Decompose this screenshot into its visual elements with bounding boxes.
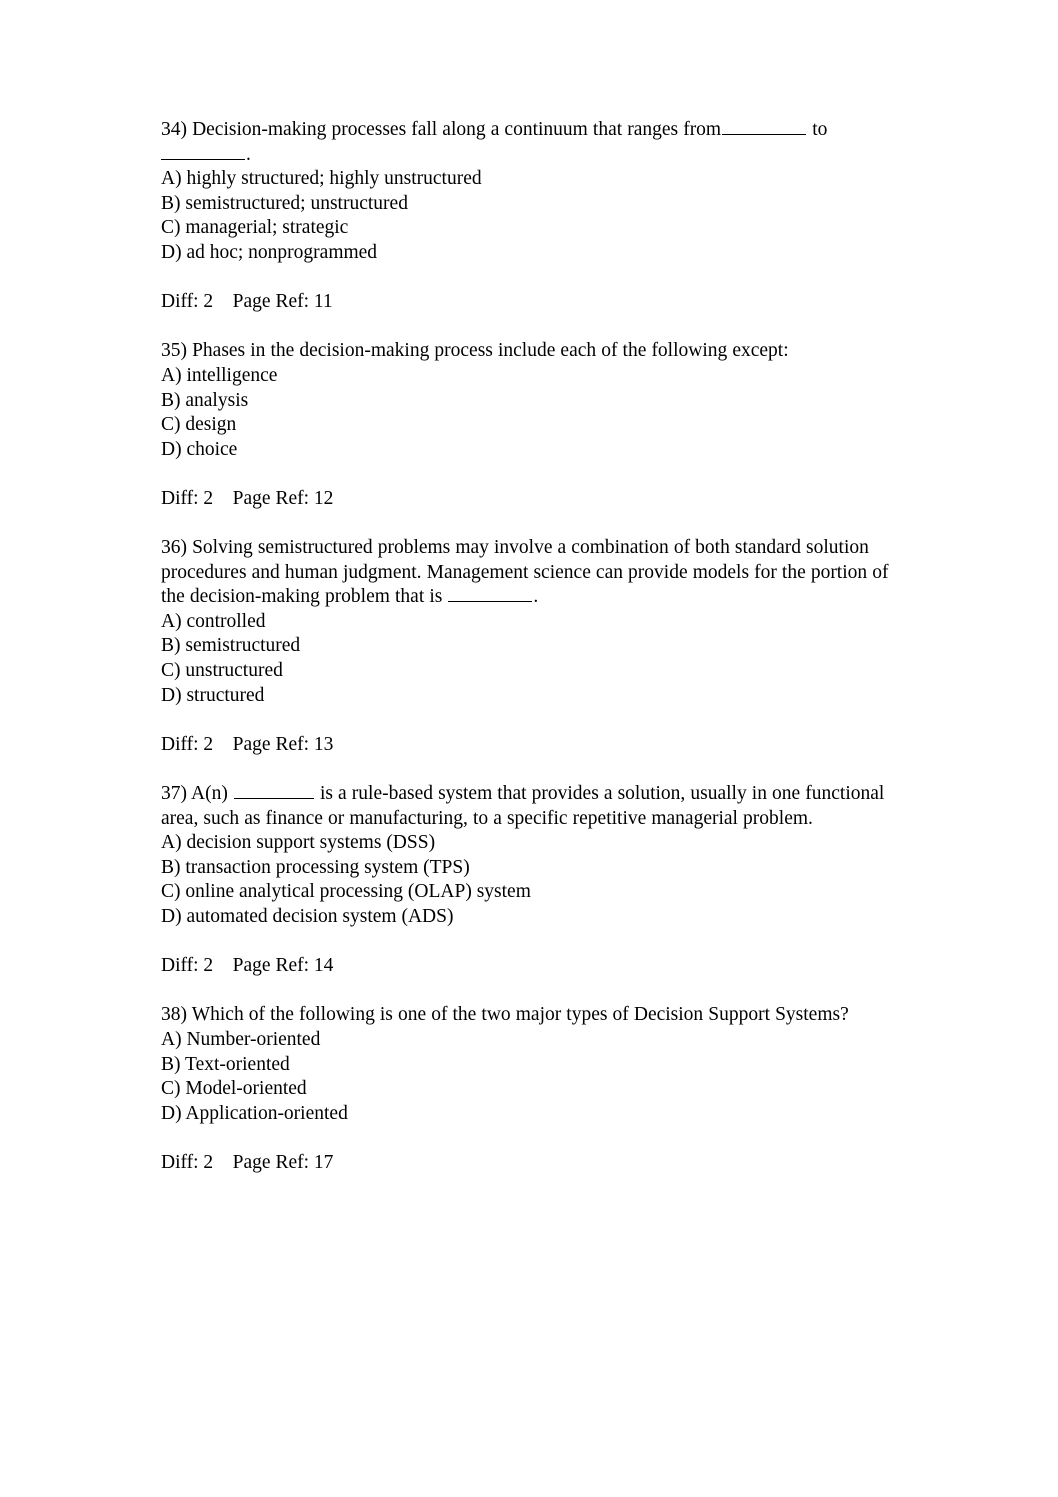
option-c[interactable]: C) unstructured (161, 659, 891, 684)
question-34-stem-text-3: . (246, 143, 251, 165)
question-38: 38) Which of the following is one of the… (161, 1003, 891, 1175)
question-35: 35) Phases in the decision-making proces… (161, 339, 891, 511)
option-d[interactable]: D) ad hoc; nonprogrammed (161, 241, 891, 266)
option-b[interactable]: B) semistructured (161, 634, 891, 659)
option-c[interactable]: C) online analytical processing (OLAP) s… (161, 880, 891, 905)
question-38-options: A) Number-oriented B) Text-oriented C) M… (161, 1028, 891, 1126)
option-d[interactable]: D) automated decision system (ADS) (161, 905, 891, 930)
option-a[interactable]: A) intelligence (161, 364, 891, 389)
question-37: 37) A(n) is a rule-based system that pro… (161, 782, 891, 979)
option-d[interactable]: D) structured (161, 684, 891, 709)
question-34: 34) Decision-making processes fall along… (161, 118, 891, 315)
question-36-stem: 36) Solving semistructured problems may … (161, 536, 891, 610)
option-c[interactable]: C) managerial; strategic (161, 216, 891, 241)
question-38-meta: Diff: 2 Page Ref: 17 (161, 1151, 334, 1173)
option-b[interactable]: B) semistructured; unstructured (161, 192, 891, 217)
question-36-meta: Diff: 2 Page Ref: 13 (161, 733, 334, 755)
option-c[interactable]: C) Model-oriented (161, 1077, 891, 1102)
question-34-meta: Diff: 2 Page Ref: 11 (161, 291, 333, 313)
option-a[interactable]: A) Number-oriented (161, 1028, 891, 1053)
question-35-options: A) intelligence B) analysis C) design D)… (161, 364, 891, 462)
question-37-options: A) decision support systems (DSS) B) tra… (161, 831, 891, 929)
option-d[interactable]: D) choice (161, 438, 891, 463)
option-b[interactable]: B) analysis (161, 389, 891, 414)
option-b[interactable]: B) transaction processing system (TPS) (161, 856, 891, 881)
fill-in-blank (161, 143, 245, 160)
question-34-options: A) highly structured; highly unstructure… (161, 167, 891, 265)
fill-in-blank (233, 782, 314, 800)
question-list: 34) Decision-making processes fall along… (161, 118, 891, 1176)
option-a[interactable]: A) controlled (161, 610, 891, 635)
option-a[interactable]: A) highly structured; highly unstructure… (161, 167, 891, 192)
fill-in-blank (448, 585, 533, 603)
question-36: 36) Solving semistructured problems may … (161, 536, 891, 757)
question-35-stem: 35) Phases in the decision-making proces… (161, 340, 789, 362)
question-36-options: A) controlled B) semistructured C) unstr… (161, 610, 891, 708)
question-34-stem-text-2: to (812, 119, 828, 140)
question-38-stem: 38) Which of the following is one of the… (161, 1004, 849, 1026)
question-34-stem-text-1: 34) Decision-making processes fall along… (161, 119, 722, 140)
question-35-meta: Diff: 2 Page Ref: 12 (161, 487, 334, 509)
fill-in-blank (722, 118, 807, 135)
question-37-meta: Diff: 2 Page Ref: 14 (161, 955, 334, 977)
question-37-stem-text-1: 37) A(n) (161, 783, 228, 805)
document-page: 34) Decision-making processes fall along… (0, 0, 1058, 1497)
option-d[interactable]: D) Application-oriented (161, 1102, 891, 1127)
question-37-stem: 37) A(n) is a rule-based system that pro… (161, 782, 891, 831)
option-a[interactable]: A) decision support systems (DSS) (161, 831, 891, 856)
option-b[interactable]: B) Text-oriented (161, 1053, 891, 1078)
question-34-stem: 34) Decision-making processes fall along… (161, 118, 891, 167)
option-c[interactable]: C) design (161, 413, 891, 438)
question-36-stem-text-2: . (533, 586, 539, 608)
